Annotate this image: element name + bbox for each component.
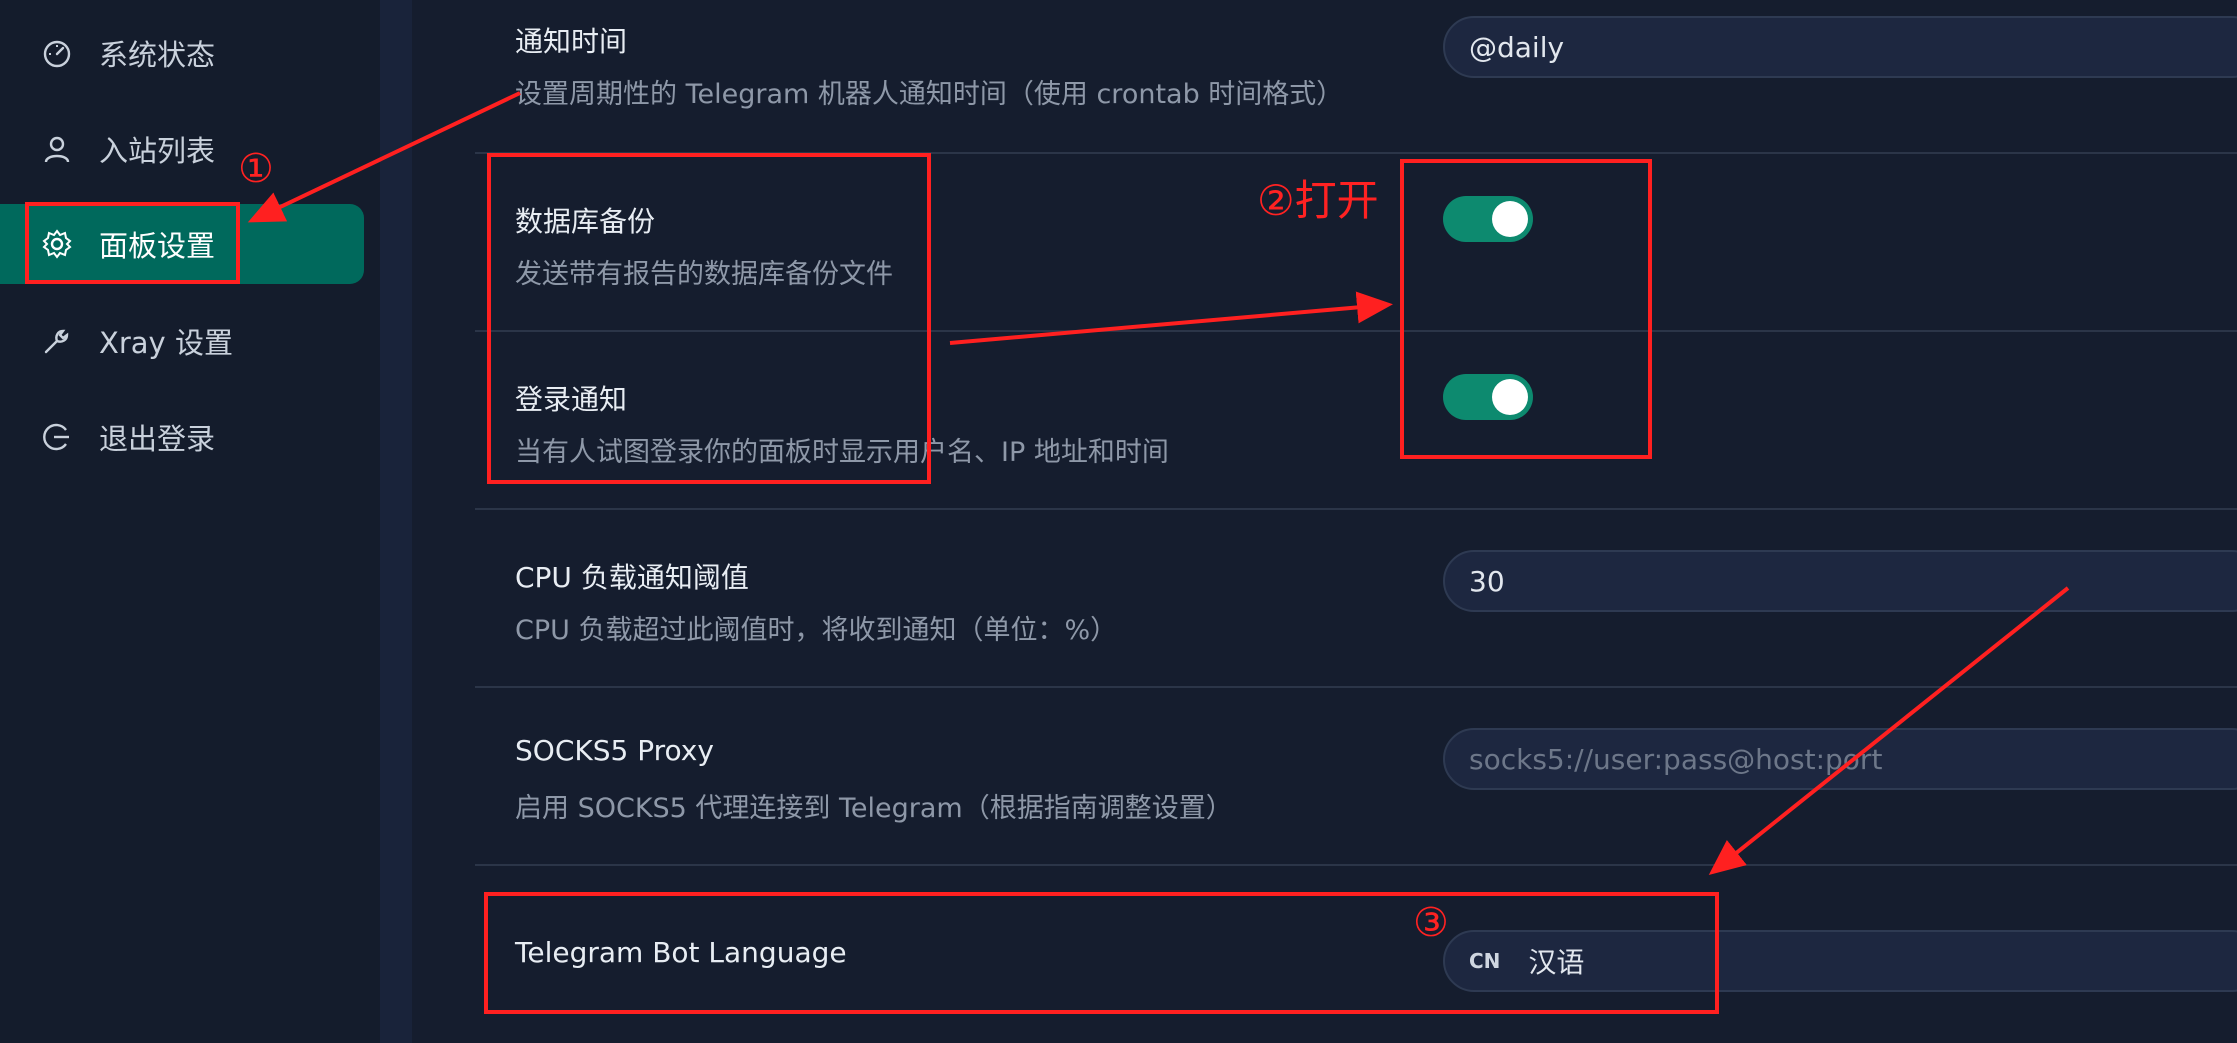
wrench-icon	[40, 324, 74, 358]
socks5-proxy-input[interactable]: socks5://user:pass@host:port	[1443, 728, 2237, 790]
setting-desc: 设置周期性的 Telegram 机器人通知时间（使用 crontab 时间格式）	[515, 79, 1344, 110]
sidebar: 系统状态 入站列表 面板设置 Xray 设置 退出登录	[0, 0, 380, 1043]
sidebar-item-xray-settings[interactable]: Xray 设置	[0, 301, 364, 381]
annotation-box-notify-options	[487, 153, 931, 484]
setting-title: SOCKS5 Proxy	[515, 734, 714, 767]
sidebar-item-logout[interactable]: 退出登录	[0, 397, 364, 477]
setting-title: 通知时间	[515, 25, 628, 58]
setting-socks5-proxy: SOCKS5 Proxy 启用 SOCKS5 代理连接到 Telegram（根据…	[475, 686, 2237, 866]
dashboard-icon	[40, 36, 74, 70]
setting-notify-time: 通知时间 设置周期性的 Telegram 机器人通知时间（使用 crontab …	[475, 0, 2237, 154]
annotation-step2: ②打开	[1257, 176, 1379, 225]
logout-icon	[40, 420, 74, 454]
sidebar-item-label: 入站列表	[99, 134, 216, 168]
setting-desc: CPU 负载超过此阈值时，将收到通知（单位：%）	[515, 615, 1118, 646]
setting-title: CPU 负载通知阈值	[515, 561, 749, 594]
sidebar-item-label: Xray 设置	[99, 326, 233, 360]
user-icon	[40, 132, 74, 166]
sidebar-item-inbounds[interactable]: 入站列表	[0, 109, 364, 189]
annotation-step3: ③	[1413, 900, 1449, 946]
cpu-threshold-input[interactable]: 30	[1443, 550, 2237, 612]
sidebar-item-label: 系统状态	[99, 38, 216, 72]
setting-desc: 启用 SOCKS5 代理连接到 Telegram（根据指南调整设置）	[515, 793, 1233, 824]
sidebar-item-label: 退出登录	[99, 422, 216, 456]
notify-time-input[interactable]: @daily	[1443, 16, 2237, 78]
annotation-step1: ①	[238, 146, 274, 192]
annotation-box-panel-settings	[25, 202, 240, 284]
annotation-box-toggles	[1400, 159, 1652, 459]
sidebar-gutter	[380, 0, 412, 1043]
setting-cpu-threshold: CPU 负载通知阈值 CPU 负载超过此阈值时，将收到通知（单位：%） 30	[475, 508, 2237, 688]
annotation-box-bot-language	[484, 892, 1719, 1014]
sidebar-item-system-status[interactable]: 系统状态	[0, 13, 364, 93]
